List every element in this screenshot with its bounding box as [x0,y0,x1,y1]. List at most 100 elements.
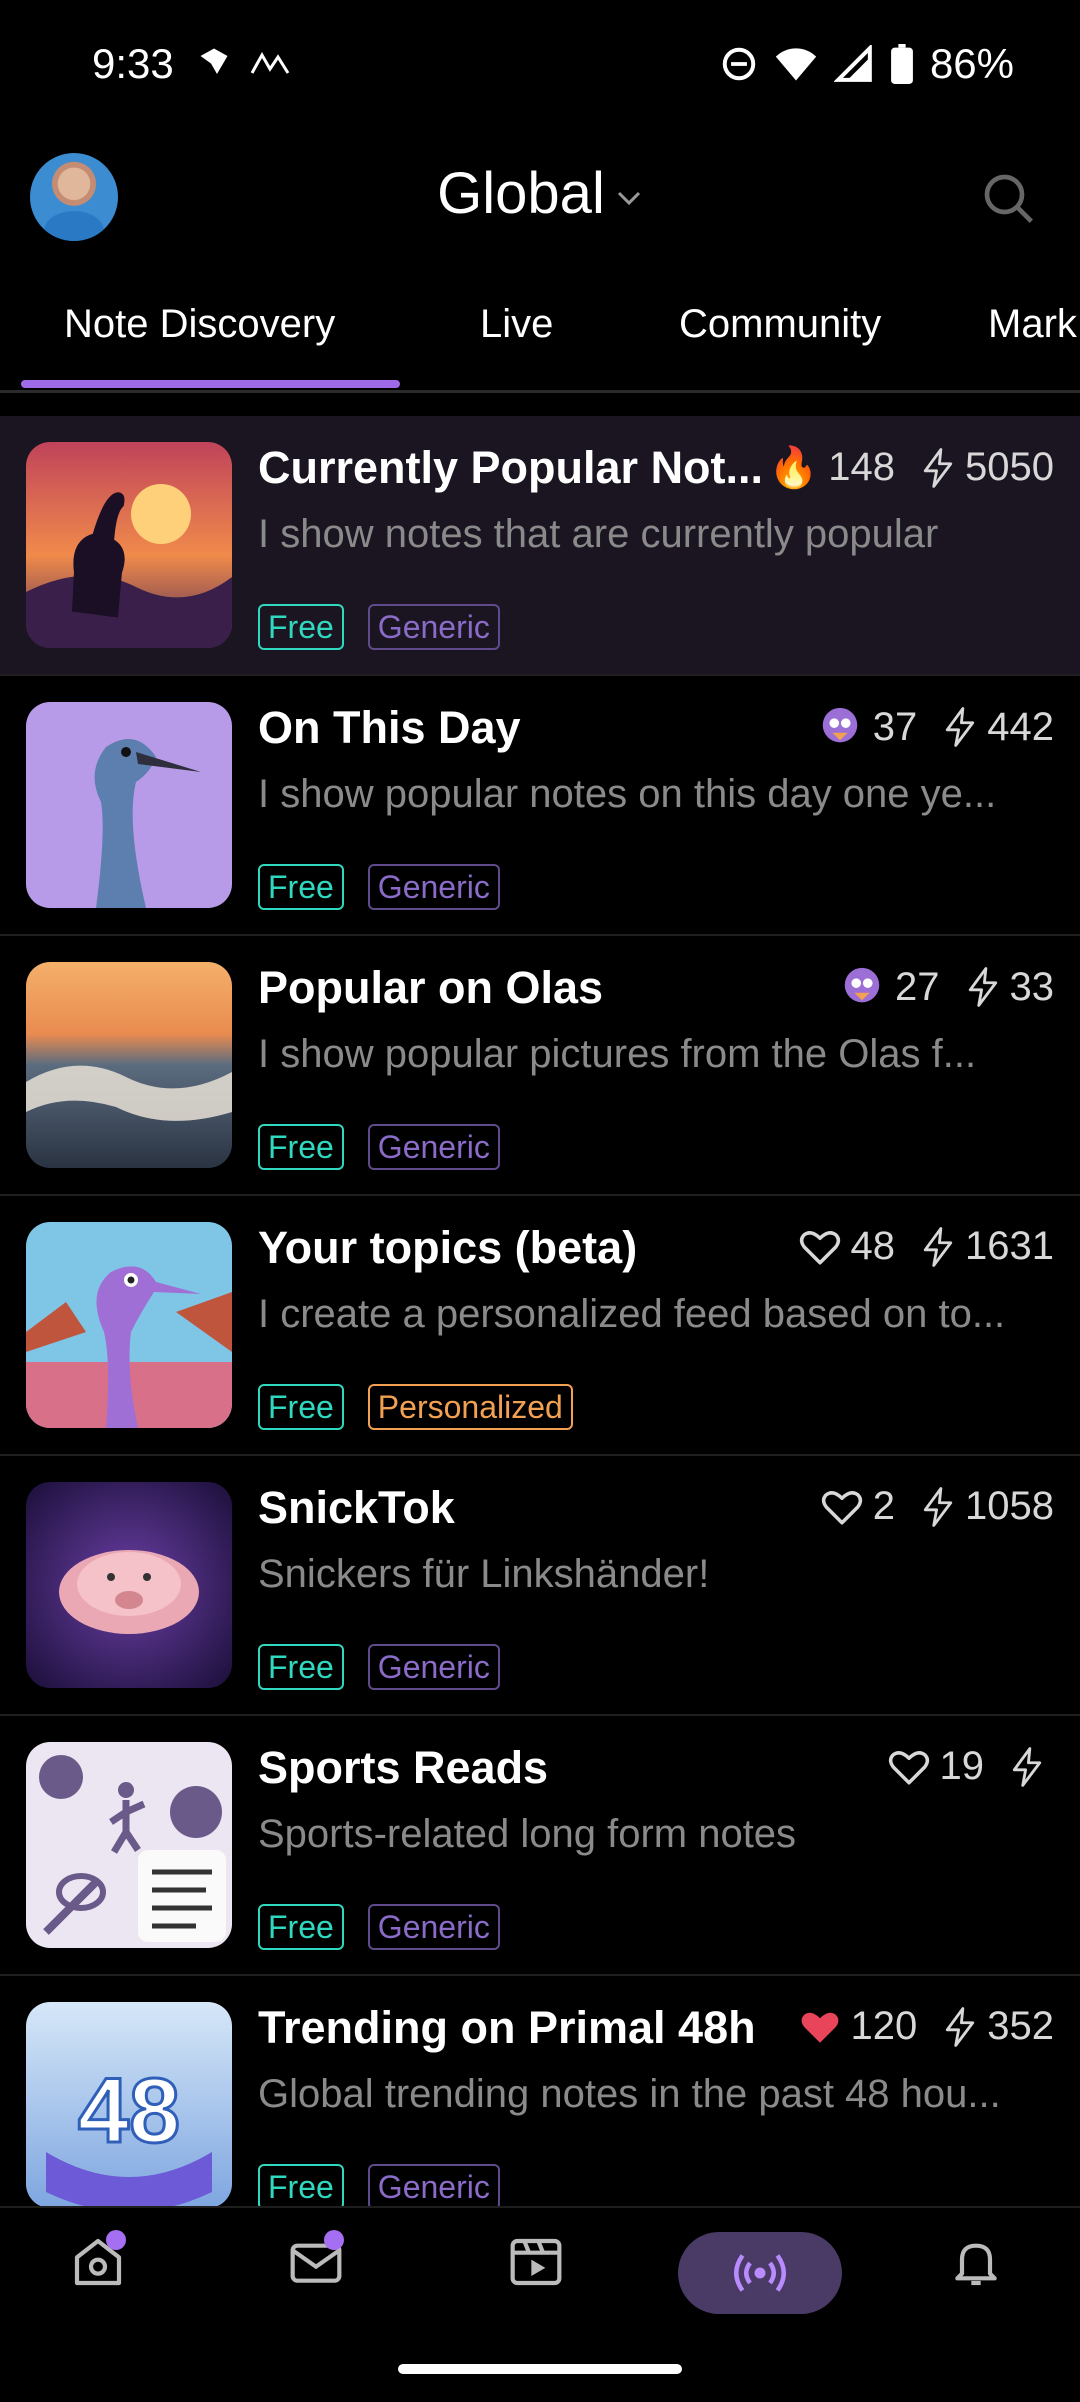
feed-tags: Free Generic [258,1124,500,1170]
feed-description: I show popular notes on this day one ye.… [258,772,997,816]
zap-icon [923,447,953,488]
feed-thumbnail [26,1742,232,1948]
nav-messages[interactable] [286,2230,346,2292]
feed-scope-selector[interactable]: Global [0,160,1080,227]
feed-likes-count: 148 [828,445,896,489]
tag-generic: Generic [367,1904,500,1950]
feed-stats: 48 1631 [799,1224,1054,1269]
feed-likes-count: 37 [872,704,918,749]
status-bar: 9:33 86% [0,0,1080,135]
feed-description: Global trending notes in the past 48 hou… [258,2072,1001,2116]
feed-description: I show notes that are currently popular [258,512,939,556]
tag-free: Free [258,1904,344,1950]
heart-outline-icon [888,1750,929,1784]
feed-stats: 19 [888,1744,1055,1789]
zap-icon [1012,1746,1042,1787]
fire-icon: 🔥 [768,446,819,490]
feed-item[interactable]: SnickTok 2 1058 Snickers für Linkshänder… [0,1456,1080,1716]
zap-icon [968,967,997,1007]
cell-signal-icon [833,45,872,82]
tag-generic: Generic [367,2164,500,2210]
feed-thumbnail [26,702,232,908]
ostrich-emoji-icon [822,707,857,743]
tab-bar: Note Discovery Live Community Mark [0,280,1080,393]
heart-outline-icon [821,1490,862,1524]
feed-tags: Free Generic [258,1904,500,1950]
feed-item[interactable]: Popular on Olas 27 33 I show popular pic… [0,936,1080,1196]
heart-filled-icon [801,2012,838,2043]
nav-notifications[interactable] [946,2232,1006,2292]
status-time: 9:33 [92,40,174,87]
search-icon[interactable] [980,170,1036,226]
feed-item[interactable]: 48 Trending on Primal 48h 120 352 Global… [0,1976,1080,2216]
tab-active-indicator [21,380,400,388]
zap-icon [923,1226,953,1267]
feed-stats: 120 352 [799,2004,1054,2049]
tab-live[interactable]: Live [480,302,553,347]
do-not-disturb-icon [722,47,756,81]
tab-community[interactable]: Community [679,302,881,347]
feed-thumbnail [26,442,232,648]
broadcast-icon [734,2254,786,2292]
feed-thumbnail [26,962,232,1168]
thumb-48-text: 48 [78,2060,180,2162]
feed-thumbnail [26,1222,232,1428]
feed-title: Trending on Primal 48h [258,2002,756,2053]
feed-list: Currently Popular Not... 🔥 148 5050 I sh… [0,416,1080,2216]
feed-stats: 🔥 148 5050 [768,444,1054,491]
tag-generic: Generic [367,864,500,910]
tag-free: Free [258,864,344,910]
feed-description: Snickers für Linkshänder! [258,1552,710,1596]
feed-item[interactable]: Currently Popular Not... 🔥 148 5050 I sh… [0,416,1080,676]
nav-feeds-active[interactable] [678,2232,842,2314]
ostrich-emoji-icon [844,967,880,1003]
feed-item[interactable]: Sports Reads 19 Sports-related long form… [0,1716,1080,1976]
home-indicator[interactable] [398,2364,682,2374]
feed-item[interactable]: On This Day 37 442 I show popular notes … [0,676,1080,936]
heart-outline-icon [799,1230,840,1264]
unread-dot [106,2230,126,2250]
feed-description: I show popular pictures from the Olas f.… [258,1032,977,1076]
feed-title: Your topics (beta) [258,1222,638,1273]
feed-zaps-count: 1058 [965,1484,1054,1528]
battery-icon [891,44,913,84]
feed-scope-label: Global [437,161,605,226]
feed-title: Sports Reads [258,1742,549,1793]
tag-generic: Generic [367,1124,500,1170]
nav-home[interactable] [68,2230,128,2292]
feed-title: Popular on Olas [258,962,604,1013]
feed-description: I create a personalized feed based on to… [258,1292,1006,1336]
chevron-down-icon [617,191,640,205]
feed-likes-count: 120 [850,2004,918,2048]
tag-free: Free [258,1644,344,1690]
nav-videos[interactable] [506,2232,566,2292]
feed-likes-count: 2 [872,1484,896,1528]
tag-free: Free [258,1124,344,1170]
tag-generic: Generic [367,1644,500,1690]
bell-icon [955,2243,997,2286]
feed-stats: 2 1058 [821,1484,1054,1529]
zap-icon [923,1486,953,1527]
notification-bird-icon [200,48,228,74]
tag-free: Free [258,2164,344,2210]
mountain-signal-icon [250,51,290,74]
feed-item[interactable]: Your topics (beta) 48 1631 I create a pe… [0,1196,1080,1456]
tab-marketplace[interactable]: Mark [988,302,1077,347]
zap-icon [946,2006,975,2047]
feed-likes-count: 27 [895,964,940,1009]
feed-tags: Free Generic [258,1644,500,1690]
tab-note-discovery[interactable]: Note Discovery [64,302,335,347]
feed-likes-count: 19 [939,1744,985,1788]
tag-generic: Generic [367,604,500,650]
tag-free: Free [258,1384,344,1430]
feed-tags: Free Generic [258,2164,500,2210]
feed-stats: 27 33 [839,964,1054,1010]
feed-stats: 37 442 [817,704,1054,750]
feed-tags: Free Generic [258,604,500,650]
feed-title: Currently Popular Not... [258,442,764,493]
feed-thumbnail [26,1482,232,1688]
feed-zaps-count: 33 [1009,964,1055,1009]
feed-zaps-count: 352 [987,2004,1054,2048]
video-reel-icon [510,2238,562,2286]
feed-title: SnickTok [258,1482,455,1533]
